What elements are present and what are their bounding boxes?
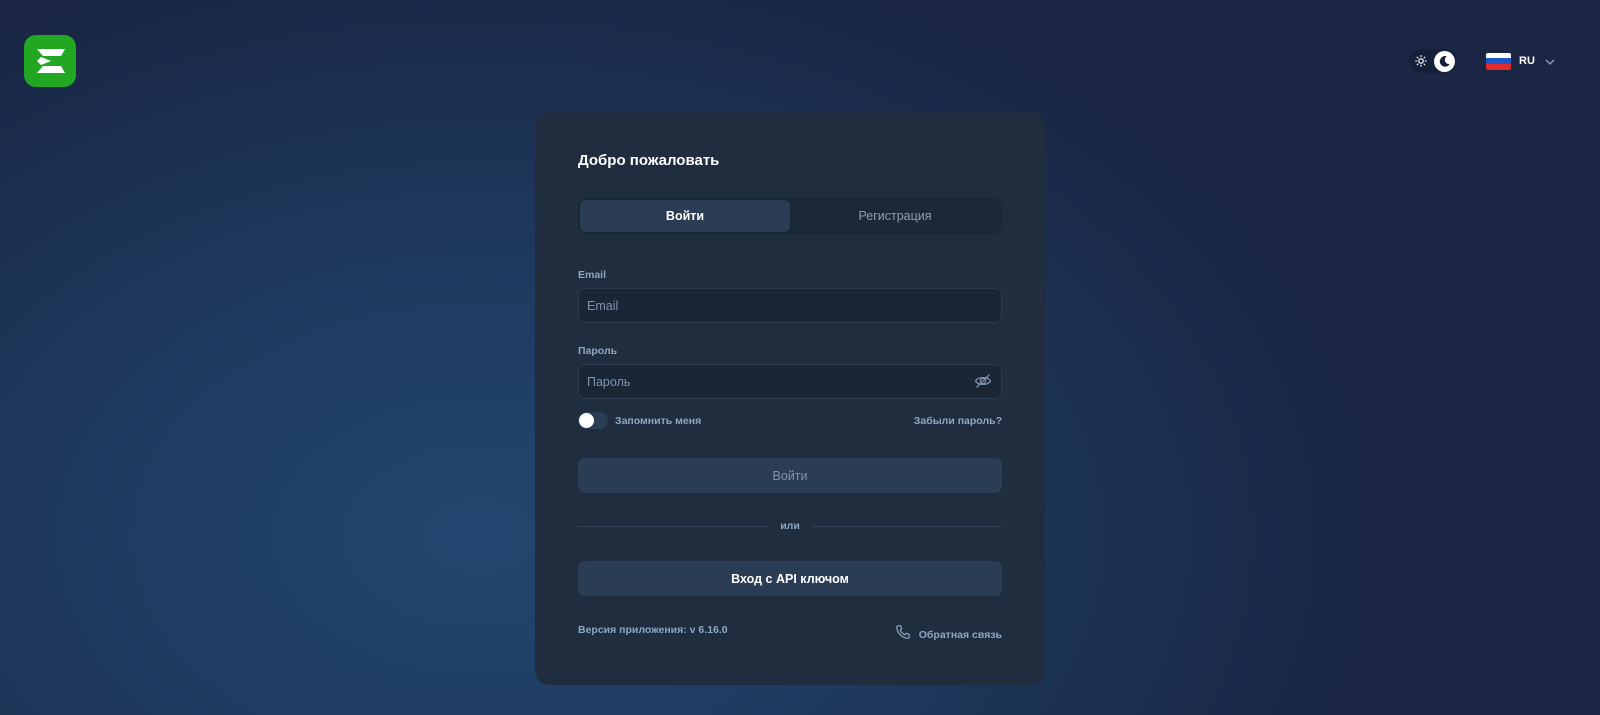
divider: или bbox=[578, 519, 1002, 533]
theme-toggle[interactable] bbox=[1409, 49, 1457, 73]
tab-register[interactable]: Регистрация bbox=[790, 200, 1000, 232]
page-title: Добро пожаловать bbox=[578, 152, 720, 169]
russia-flag-icon bbox=[1486, 52, 1511, 70]
divider-text: или bbox=[780, 520, 800, 532]
language-selector[interactable]: RU bbox=[1486, 52, 1555, 70]
email-field[interactable] bbox=[578, 288, 1002, 323]
forgot-password-link[interactable]: Забыли пароль? bbox=[914, 415, 1002, 427]
email-label: Email bbox=[578, 269, 607, 281]
login-card: Добро пожаловать Войти Регистрация Email… bbox=[535, 112, 1045, 685]
password-label: Пароль bbox=[578, 345, 618, 357]
password-field[interactable] bbox=[578, 364, 1002, 399]
tab-login[interactable]: Войти bbox=[580, 200, 790, 232]
language-code: RU bbox=[1519, 55, 1535, 67]
app-version: Версия приложения: v 6.16.0 bbox=[578, 624, 728, 636]
feedback-link[interactable]: Обратная связь bbox=[895, 624, 1002, 645]
chevron-down-icon bbox=[1545, 52, 1555, 70]
phone-icon bbox=[895, 624, 911, 645]
eye-off-icon[interactable] bbox=[973, 371, 993, 391]
remember-me: Запомнить меня bbox=[578, 412, 701, 429]
brand-logo-icon bbox=[37, 49, 65, 73]
auth-tabs: Войти Регистрация bbox=[578, 198, 1002, 234]
feedback-label: Обратная связь bbox=[918, 628, 1002, 641]
remember-me-label: Запомнить меня bbox=[615, 414, 702, 427]
api-key-login-button[interactable]: Вход с API ключом bbox=[578, 561, 1002, 596]
brand-logo[interactable] bbox=[24, 35, 76, 87]
login-button[interactable]: Войти bbox=[578, 458, 1002, 493]
remember-me-toggle[interactable] bbox=[578, 412, 608, 429]
moon-icon bbox=[1434, 50, 1455, 72]
sun-icon bbox=[1413, 53, 1429, 69]
